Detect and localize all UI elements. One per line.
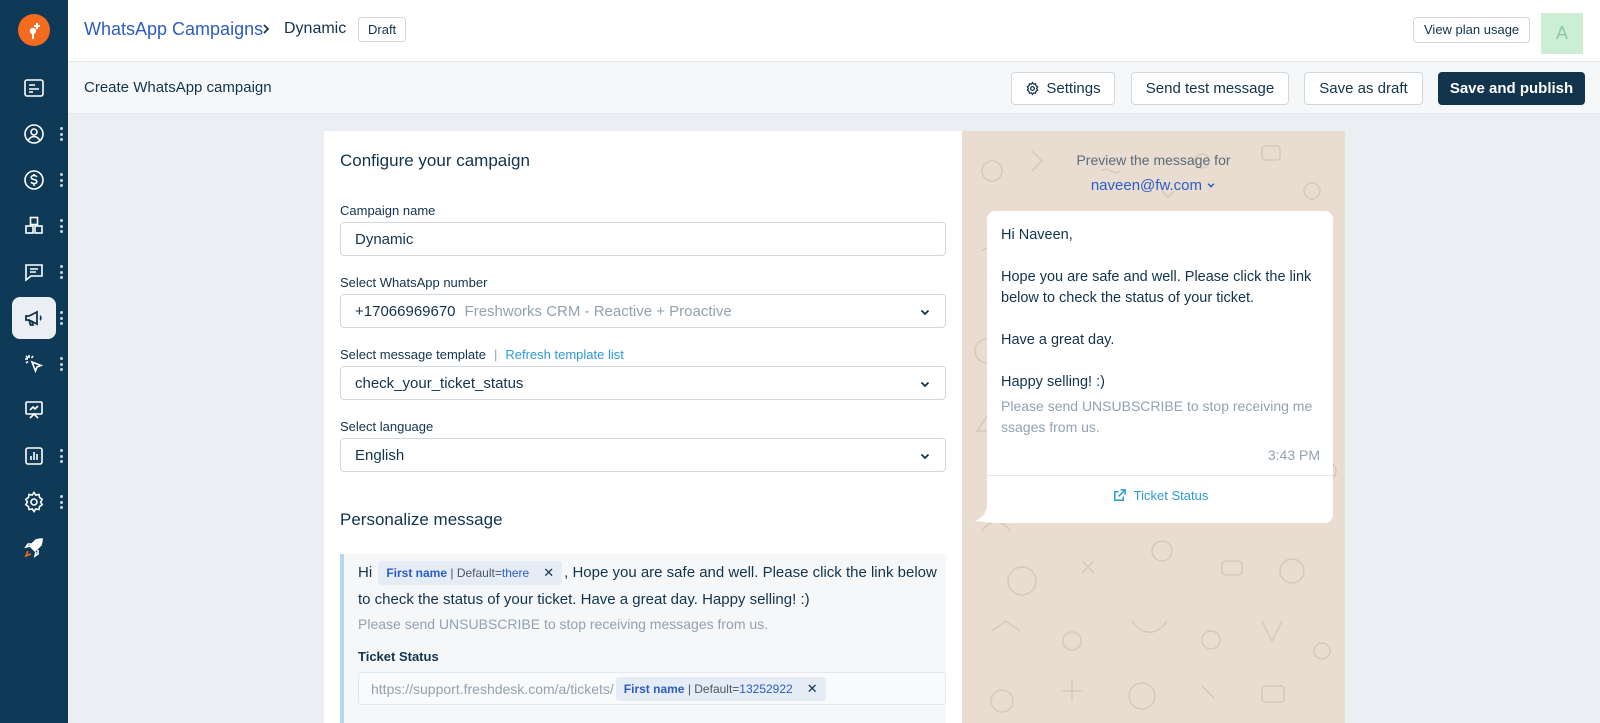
unsubscribe-footer: Please send UNSUBSCRIBE to stop receivin…	[358, 616, 769, 632]
chevron-down-icon	[920, 381, 930, 388]
external-link-icon	[1113, 489, 1126, 501]
configure-section-title: Configure your campaign	[340, 151, 530, 170]
modules-menu-icon[interactable]	[59, 219, 63, 233]
rocket-icon[interactable]	[12, 527, 56, 569]
label-separator: |	[493, 347, 498, 362]
url-prefix: https://support.freshdesk.com/a/tickets/	[371, 680, 614, 697]
preview-body-line-1: Hope you are safe and well. Please click…	[1001, 269, 1312, 285]
breadcrumb-whatsapp-campaigns[interactable]: WhatsApp Campaigns	[84, 19, 263, 40]
preview-ticket-status-label: Ticket Status	[1133, 488, 1209, 503]
message-editor[interactable]: Hi First name | Default=there ✕, Hope you…	[340, 554, 946, 723]
ticket-status-button-label: Ticket Status	[358, 649, 439, 664]
avatar[interactable]: A	[1541, 13, 1583, 54]
deals-menu-icon[interactable]	[59, 173, 63, 187]
remove-chip-icon[interactable]: ✕	[807, 681, 818, 696]
personalize-section-title: Personalize message	[340, 510, 503, 529]
conversations-chat-icon[interactable]	[12, 251, 56, 293]
top-header: WhatsApp Campaigns Dynamic Draft View pl…	[68, 0, 1600, 62]
configure-campaign-panel: Configure your campaign Campaign name Dy…	[324, 131, 962, 723]
preview-unsubscribe: Please send UNSUBSCRIBE to stop receivin…	[1001, 398, 1313, 435]
language-value: English	[355, 446, 405, 464]
freshworks-logo-icon[interactable]	[18, 14, 50, 46]
display-board-icon[interactable]	[12, 389, 56, 431]
chevron-down-icon	[920, 453, 930, 460]
page-title: Create WhatsApp campaign	[84, 79, 272, 96]
status-badge: Draft	[358, 17, 407, 42]
automation-cursor-icon[interactable]	[12, 343, 56, 385]
preview-body-line-2: below to check the status of your ticket…	[1001, 290, 1255, 306]
settings-button[interactable]: Settings	[1011, 72, 1115, 105]
page-toolbar: Create WhatsApp campaign Settings Send t…	[68, 62, 1600, 114]
preview-recipient-select[interactable]: naveen@fw.com	[962, 177, 1345, 194]
ticket-status-url-input[interactable]: https://support.freshdesk.com/a/tickets/…	[358, 672, 946, 705]
whatsapp-number-label: Select WhatsApp number	[340, 275, 488, 290]
preview-body-line-3: Have a great day.	[1001, 332, 1115, 348]
dashboard-icon[interactable]	[12, 67, 56, 109]
modules-grid-icon[interactable]	[12, 205, 56, 247]
breadcrumb-chevron-right-icon	[263, 24, 270, 34]
chevron-down-icon	[920, 309, 930, 316]
campaign-name-input[interactable]: Dynamic	[340, 222, 946, 256]
message-line-1: Hi First name | Default=there ✕, Hope you…	[358, 561, 937, 585]
language-label: Select language	[340, 419, 434, 434]
settings-gear-icon[interactable]	[12, 481, 56, 523]
gear-icon	[1026, 81, 1039, 96]
message-template-select[interactable]: check_your_ticket_status	[340, 366, 946, 400]
view-plan-usage-button[interactable]: View plan usage	[1413, 17, 1531, 43]
preview-ticket-status-button[interactable]: Ticket Status	[987, 488, 1333, 503]
template-label-row: Select message template | Refresh template…	[340, 347, 624, 362]
message-line-1-text: , Hope you are safe and well. Please cli…	[564, 563, 937, 581]
whatsapp-number-value: +17066969670	[355, 302, 456, 320]
reports-menu-icon[interactable]	[59, 449, 63, 463]
message-greeting: Hi	[358, 563, 373, 581]
reports-chart-icon[interactable]	[12, 435, 56, 477]
breadcrumb-current: Dynamic	[284, 20, 347, 37]
language-select[interactable]: English	[340, 438, 946, 472]
contacts-icon[interactable]	[12, 113, 56, 155]
contacts-menu-icon[interactable]	[59, 127, 63, 141]
chevron-down-icon	[1207, 183, 1215, 188]
campaigns-megaphone-icon[interactable]	[12, 297, 56, 339]
preview-greeting: Hi Naveen,	[1001, 227, 1073, 243]
save-as-draft-button[interactable]: Save as draft	[1304, 72, 1423, 105]
save-and-publish-button[interactable]: Save and publish	[1438, 72, 1585, 105]
conversations-menu-icon[interactable]	[59, 265, 63, 279]
first-name-placeholder-chip[interactable]: First name | Default=there ✕	[378, 561, 563, 585]
message-line-2: to check the status of your ticket. Have…	[358, 591, 810, 608]
preview-body-line-4: Happy selling! :)	[1001, 374, 1105, 390]
settings-button-label: Settings	[1046, 80, 1101, 97]
automation-menu-icon[interactable]	[59, 357, 63, 371]
whatsapp-account-name: Freshworks CRM - Reactive + Proactive	[464, 302, 732, 320]
send-test-message-button[interactable]: Send test message	[1131, 72, 1289, 105]
bubble-divider	[987, 475, 1333, 476]
whatsapp-number-select[interactable]: +17066969670 Freshworks CRM - Reactive +…	[340, 294, 946, 328]
preview-label: Preview the message for	[1076, 152, 1231, 168]
refresh-template-list-link[interactable]: Refresh template list	[505, 347, 624, 362]
template-value: check_your_ticket_status	[355, 374, 524, 392]
remove-chip-icon[interactable]: ✕	[543, 565, 554, 580]
campaigns-menu-icon[interactable]	[59, 311, 63, 325]
deals-dollar-icon[interactable]	[12, 159, 56, 201]
campaign-name-label: Campaign name	[340, 203, 436, 218]
template-label: Select message template	[340, 347, 486, 362]
sidebar	[0, 0, 68, 723]
campaign-name-value: Dynamic	[355, 230, 414, 248]
message-preview-bubble: Hi Naveen, Hope you are safe and well. P…	[987, 211, 1333, 523]
preview-timestamp: 3:43 PM	[1267, 447, 1320, 463]
settings-menu-icon[interactable]	[59, 495, 63, 509]
url-first-name-chip[interactable]: First name | Default=13252922 ✕	[615, 676, 826, 701]
message-preview-panel: Preview the message for naveen@fw.com Hi…	[962, 131, 1345, 723]
